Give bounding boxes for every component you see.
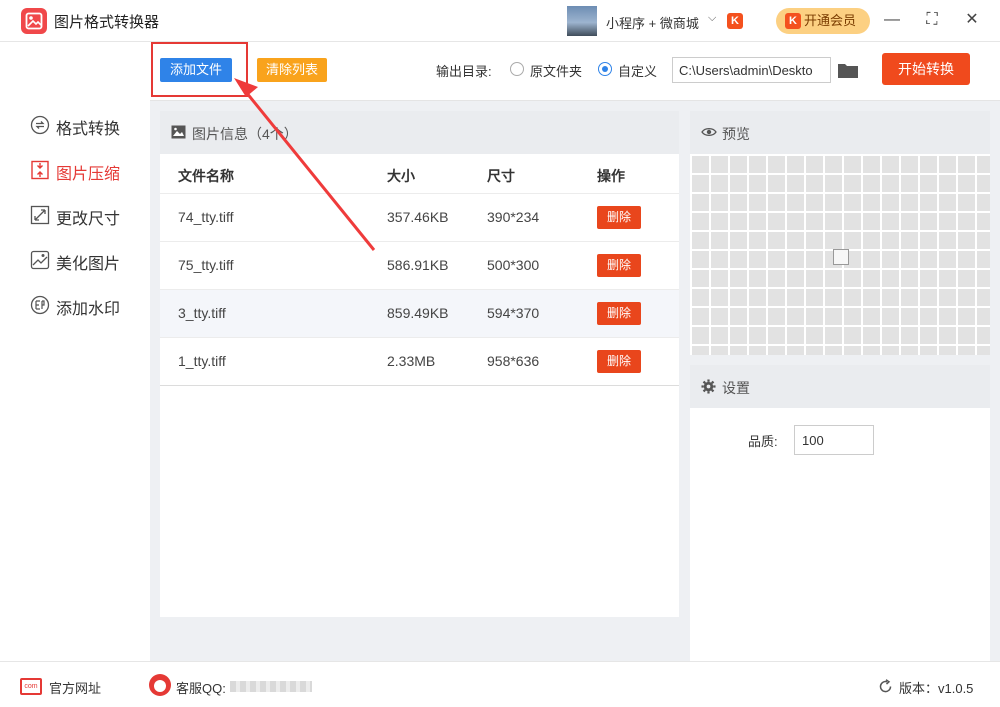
beautify-icon bbox=[30, 250, 50, 270]
file-panel-header: 图片信息（4个） bbox=[160, 111, 679, 154]
file-dims: 390*234 bbox=[487, 209, 540, 225]
blurred-qq-number bbox=[230, 681, 312, 692]
settings-title: 设置 bbox=[722, 380, 750, 396]
app-title: 图片格式转换器 bbox=[54, 14, 160, 31]
file-list-panel: 图片信息（4个） 文件名称 大小 尺寸 操作 74_tty.tiff 357.4… bbox=[160, 111, 679, 617]
mini-program-thumbnail[interactable] bbox=[567, 6, 597, 36]
chevron-down-icon[interactable]: ⌵ bbox=[708, 12, 716, 25]
highlight-box bbox=[151, 42, 248, 97]
quality-input[interactable] bbox=[794, 425, 874, 455]
delete-button[interactable]: 删除 bbox=[597, 254, 641, 277]
column-header-action: 操作 bbox=[597, 168, 625, 184]
delete-button[interactable]: 删除 bbox=[597, 206, 641, 229]
gear-icon bbox=[701, 379, 716, 394]
file-dims: 594*370 bbox=[487, 305, 540, 321]
delete-button[interactable]: 删除 bbox=[597, 302, 641, 325]
delete-button[interactable]: 删除 bbox=[597, 350, 641, 373]
sidebar-item-resize[interactable]: 更改尺寸 bbox=[30, 203, 140, 228]
vip-k-icon: K bbox=[785, 13, 801, 29]
image-icon bbox=[171, 125, 186, 139]
customer-service-label[interactable]: 客服QQ: bbox=[176, 678, 226, 697]
start-convert-button[interactable]: 开始转换 bbox=[882, 53, 970, 85]
table-row[interactable]: 75_tty.tiff 586.91KB 500*300 删除 bbox=[160, 241, 679, 289]
table-divider bbox=[160, 385, 679, 386]
preview-title: 预览 bbox=[722, 126, 750, 142]
sidebar-item-label: 更改尺寸 bbox=[56, 211, 121, 228]
k-logo-icon: K bbox=[727, 13, 743, 29]
broken-image-icon bbox=[833, 249, 849, 265]
file-size: 586.91KB bbox=[387, 257, 449, 273]
title-bar: 图片格式转换器 小程序 + 微商城 ⌵ K K 开通会员 — ⛶ ✕ bbox=[0, 0, 1000, 42]
radio-original-folder[interactable] bbox=[510, 62, 524, 76]
sidebar-item-watermark[interactable]: 添加水印 bbox=[30, 293, 140, 318]
website-icon[interactable]: com bbox=[20, 678, 42, 695]
mini-program-label[interactable]: 小程序 + 微商城 bbox=[606, 13, 699, 32]
sidebar-item-label: 图片压缩 bbox=[56, 166, 121, 183]
app-logo-icon bbox=[21, 8, 47, 34]
column-header-size: 大小 bbox=[387, 168, 415, 184]
resize-icon bbox=[30, 205, 50, 225]
vip-button[interactable]: K 开通会员 bbox=[776, 8, 870, 34]
maximize-button[interactable]: ⛶ bbox=[922, 10, 942, 30]
sidebar: 格式转换 图片压缩 更改尺寸 美化图片 添加水印 bbox=[0, 43, 150, 661]
file-name: 3_tty.tiff bbox=[178, 305, 226, 321]
format-convert-icon bbox=[30, 115, 50, 135]
file-size: 357.46KB bbox=[387, 209, 449, 225]
settings-header: 设置 bbox=[690, 365, 990, 408]
output-path-input[interactable] bbox=[672, 57, 831, 83]
radio-custom[interactable] bbox=[598, 62, 612, 76]
file-dims: 500*300 bbox=[487, 257, 540, 273]
sidebar-item-compress[interactable]: 图片压缩 bbox=[30, 158, 140, 183]
column-header-dims: 尺寸 bbox=[487, 168, 515, 184]
sidebar-item-label: 添加水印 bbox=[56, 301, 121, 318]
official-site-link[interactable]: 官方网址 bbox=[49, 678, 101, 697]
file-size: 2.33MB bbox=[387, 353, 436, 369]
clear-list-button[interactable]: 清除列表 bbox=[257, 58, 327, 82]
close-button[interactable]: ✕ bbox=[962, 10, 982, 30]
file-name: 75_tty.tiff bbox=[178, 257, 234, 273]
refresh-icon[interactable] bbox=[878, 679, 893, 694]
compress-icon bbox=[31, 160, 49, 180]
file-dims: 958*636 bbox=[487, 353, 540, 369]
settings-panel: 设置 品质: bbox=[690, 365, 990, 661]
column-header-name: 文件名称 bbox=[178, 168, 234, 184]
sidebar-item-label: 美化图片 bbox=[56, 256, 121, 273]
folder-icon[interactable] bbox=[837, 61, 859, 79]
version-label: 版本：v1.0.5 bbox=[899, 681, 974, 696]
file-panel-title: 图片信息（4个） bbox=[192, 126, 298, 142]
sidebar-item-label: 格式转换 bbox=[56, 121, 121, 138]
preview-panel: 预览 bbox=[690, 111, 990, 355]
status-bar: com 官方网址 客服QQ: 版本：v1.0.5 bbox=[0, 661, 1000, 707]
minimize-button[interactable]: — bbox=[882, 10, 902, 30]
vip-label: 开通会员 bbox=[804, 13, 857, 28]
radio-original-folder-label[interactable]: 原文件夹 bbox=[530, 61, 582, 80]
quality-label: 品质: bbox=[748, 434, 778, 449]
output-dir-label: 输出目录: bbox=[436, 64, 492, 79]
eye-icon bbox=[701, 127, 717, 137]
customer-service-icon[interactable] bbox=[149, 674, 171, 696]
sidebar-item-beautify[interactable]: 美化图片 bbox=[30, 248, 140, 273]
table-row[interactable]: 3_tty.tiff 859.49KB 594*370 删除 bbox=[160, 289, 679, 337]
watermark-icon bbox=[30, 295, 50, 315]
sidebar-item-format-convert[interactable]: 格式转换 bbox=[30, 113, 140, 138]
radio-custom-label[interactable]: 自定义 bbox=[618, 61, 657, 80]
table-row[interactable]: 1_tty.tiff 2.33MB 958*636 删除 bbox=[160, 337, 679, 385]
table-row[interactable]: 74_tty.tiff 357.46KB 390*234 删除 bbox=[160, 193, 679, 241]
file-size: 859.49KB bbox=[387, 305, 449, 321]
file-name: 1_tty.tiff bbox=[178, 353, 226, 369]
preview-header: 预览 bbox=[690, 111, 990, 154]
file-name: 74_tty.tiff bbox=[178, 209, 234, 225]
